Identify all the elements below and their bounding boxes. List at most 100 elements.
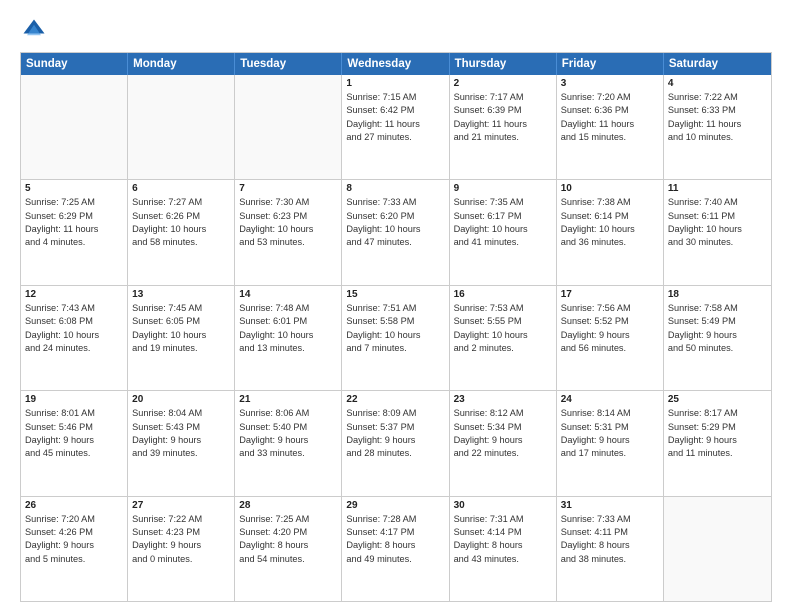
day-number: 7	[239, 183, 337, 194]
cell-line: and 43 minutes.	[454, 553, 552, 566]
cell-line: Sunset: 5:40 PM	[239, 421, 337, 434]
cell-line: Sunrise: 7:51 AM	[346, 302, 444, 315]
cell-line: Daylight: 11 hours	[454, 118, 552, 131]
cell-line: Sunrise: 7:56 AM	[561, 302, 659, 315]
day-number: 9	[454, 183, 552, 194]
weekday-header-wednesday: Wednesday	[342, 53, 449, 75]
cell-line: Sunrise: 7:25 AM	[239, 513, 337, 526]
cell-line: Sunrise: 7:58 AM	[668, 302, 767, 315]
cell-line: Sunrise: 7:48 AM	[239, 302, 337, 315]
cell-line: Daylight: 9 hours	[561, 434, 659, 447]
cell-line: Sunrise: 8:17 AM	[668, 407, 767, 420]
day-number: 5	[25, 183, 123, 194]
day-number: 20	[132, 394, 230, 405]
cell-line: Sunrise: 7:28 AM	[346, 513, 444, 526]
cell-line: Daylight: 9 hours	[239, 434, 337, 447]
header	[20, 16, 772, 44]
cell-line: and 47 minutes.	[346, 236, 444, 249]
day-number: 3	[561, 78, 659, 89]
cell-line: and 4 minutes.	[25, 236, 123, 249]
cell-line: Daylight: 11 hours	[561, 118, 659, 131]
cell-line: Sunset: 5:58 PM	[346, 315, 444, 328]
weekday-header-sunday: Sunday	[21, 53, 128, 75]
day-number: 8	[346, 183, 444, 194]
cell-line: Daylight: 9 hours	[132, 434, 230, 447]
cell-line: Sunset: 5:52 PM	[561, 315, 659, 328]
calendar-cell: 2Sunrise: 7:17 AMSunset: 6:39 PMDaylight…	[450, 75, 557, 179]
cell-line: and 56 minutes.	[561, 342, 659, 355]
day-number: 15	[346, 289, 444, 300]
day-number: 23	[454, 394, 552, 405]
cell-line: Daylight: 9 hours	[561, 329, 659, 342]
day-number: 22	[346, 394, 444, 405]
calendar-cell: 24Sunrise: 8:14 AMSunset: 5:31 PMDayligh…	[557, 391, 664, 495]
day-number: 13	[132, 289, 230, 300]
day-number: 16	[454, 289, 552, 300]
cell-line: Daylight: 11 hours	[668, 118, 767, 131]
cell-line: Daylight: 9 hours	[454, 434, 552, 447]
cell-line: Daylight: 10 hours	[454, 223, 552, 236]
cell-line: and 24 minutes.	[25, 342, 123, 355]
day-number: 27	[132, 500, 230, 511]
cell-line: Sunset: 6:14 PM	[561, 210, 659, 223]
cell-line: Sunset: 5:29 PM	[668, 421, 767, 434]
weekday-header-monday: Monday	[128, 53, 235, 75]
cell-line: Daylight: 8 hours	[239, 539, 337, 552]
calendar-cell: 11Sunrise: 7:40 AMSunset: 6:11 PMDayligh…	[664, 180, 771, 284]
logo-icon	[20, 16, 48, 44]
calendar-cell: 16Sunrise: 7:53 AMSunset: 5:55 PMDayligh…	[450, 286, 557, 390]
cell-line: Sunrise: 7:20 AM	[25, 513, 123, 526]
calendar-cell: 25Sunrise: 8:17 AMSunset: 5:29 PMDayligh…	[664, 391, 771, 495]
cell-line: Sunset: 6:26 PM	[132, 210, 230, 223]
cell-line: and 22 minutes.	[454, 447, 552, 460]
cell-line: and 58 minutes.	[132, 236, 230, 249]
cell-line: Daylight: 9 hours	[25, 434, 123, 447]
calendar-cell: 14 Sunrise: 7:48 AMSunset: 6:01 PMDayligh…	[235, 286, 342, 390]
cell-line: Sunrise: 7:38 AM	[561, 196, 659, 209]
cell-line: Sunrise: 7:25 AM	[25, 196, 123, 209]
calendar-cell: 5Sunrise: 7:25 AMSunset: 6:29 PMDaylight…	[21, 180, 128, 284]
cell-line: Sunset: 5:46 PM	[25, 421, 123, 434]
cell-line: and 28 minutes.	[346, 447, 444, 460]
cell-line: and 38 minutes.	[561, 553, 659, 566]
cell-line: Sunrise: 7:22 AM	[668, 91, 767, 104]
cell-line: Sunset: 6:11 PM	[668, 210, 767, 223]
calendar-cell: 22Sunrise: 8:09 AMSunset: 5:37 PMDayligh…	[342, 391, 449, 495]
cell-line: Daylight: 10 hours	[239, 329, 337, 342]
calendar-row-1: 5Sunrise: 7:25 AMSunset: 6:29 PMDaylight…	[21, 179, 771, 284]
cell-line: and 17 minutes.	[561, 447, 659, 460]
day-number: 30	[454, 500, 552, 511]
cell-line: Daylight: 9 hours	[668, 329, 767, 342]
cell-line: Sunset: 6:20 PM	[346, 210, 444, 223]
cell-line: Sunset: 6:39 PM	[454, 104, 552, 117]
cell-line: and 10 minutes.	[668, 131, 767, 144]
cell-line: and 30 minutes.	[668, 236, 767, 249]
cell-line: Daylight: 11 hours	[25, 223, 123, 236]
cell-line: Sunrise: 7:30 AM	[239, 196, 337, 209]
calendar-cell: 29Sunrise: 7:28 AMSunset: 4:17 PMDayligh…	[342, 497, 449, 601]
calendar-cell: 13Sunrise: 7:45 AMSunset: 6:05 PMDayligh…	[128, 286, 235, 390]
cell-line: Sunset: 6:01 PM	[239, 315, 337, 328]
calendar-cell: 28Sunrise: 7:25 AMSunset: 4:20 PMDayligh…	[235, 497, 342, 601]
day-number: 14	[239, 289, 337, 300]
cell-line: Daylight: 10 hours	[132, 329, 230, 342]
day-number: 2	[454, 78, 552, 89]
day-number: 31	[561, 500, 659, 511]
calendar-cell: 21Sunrise: 8:06 AMSunset: 5:40 PMDayligh…	[235, 391, 342, 495]
cell-line: Sunset: 5:34 PM	[454, 421, 552, 434]
cell-line: and 13 minutes.	[239, 342, 337, 355]
calendar-cell: 30Sunrise: 7:31 AMSunset: 4:14 PMDayligh…	[450, 497, 557, 601]
cell-line: Sunrise: 8:01 AM	[25, 407, 123, 420]
cell-line: and 19 minutes.	[132, 342, 230, 355]
calendar-cell: 7Sunrise: 7:30 AMSunset: 6:23 PMDaylight…	[235, 180, 342, 284]
cell-line: Sunrise: 7:53 AM	[454, 302, 552, 315]
cell-line: and 50 minutes.	[668, 342, 767, 355]
cell-line: Daylight: 10 hours	[668, 223, 767, 236]
cell-line: and 5 minutes.	[25, 553, 123, 566]
cell-line: Daylight: 9 hours	[346, 434, 444, 447]
calendar-cell: 12Sunrise: 7:43 AMSunset: 6:08 PMDayligh…	[21, 286, 128, 390]
cell-line: Sunrise: 7:22 AM	[132, 513, 230, 526]
cell-line: and 27 minutes.	[346, 131, 444, 144]
cell-line: Sunset: 5:55 PM	[454, 315, 552, 328]
cell-line: Sunset: 6:23 PM	[239, 210, 337, 223]
